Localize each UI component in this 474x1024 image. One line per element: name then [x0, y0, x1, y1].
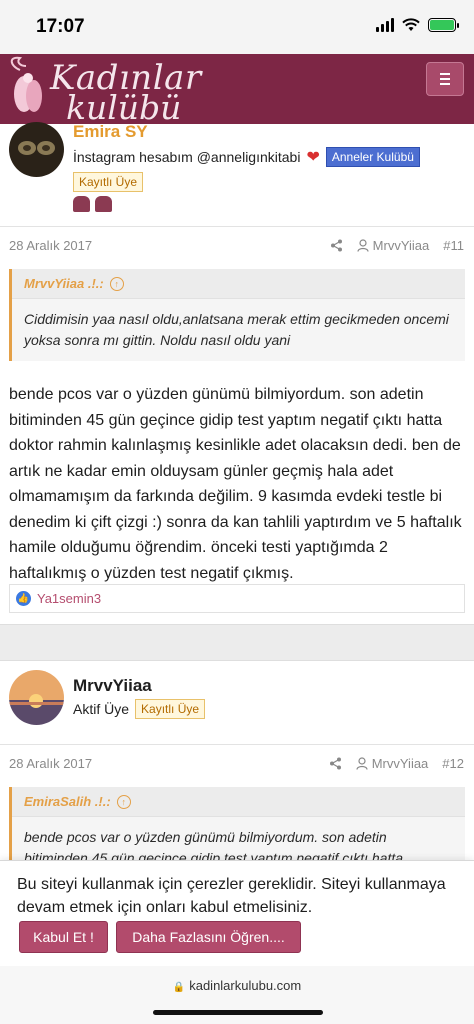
menu-icon-bar	[440, 78, 450, 80]
user-title: Aktif Üye	[73, 701, 130, 717]
status-time: 17:07	[36, 16, 85, 37]
home-indicator	[153, 1010, 323, 1015]
signature-text: İnstagram hesabım @anneligınkitabi	[73, 149, 301, 165]
like-icon: 👍	[16, 591, 31, 606]
reactions-bar[interactable]: 👍 Ya1semin3	[9, 584, 465, 613]
post-number[interactable]: #12	[442, 756, 464, 771]
heart-icon: ❤	[306, 149, 320, 166]
learn-more-button[interactable]: Daha Fazlasını Öğren....	[116, 921, 301, 953]
avatar[interactable]	[9, 670, 64, 725]
post-meta-actions: MrvvYiiaa #11	[330, 238, 464, 253]
status-icons	[376, 18, 459, 32]
quote-text: bende pcos var o yüzden günümü bilmiyord…	[24, 829, 404, 860]
quote-block: EmiraSalih .!.: ↑ bende pcos var o yüzde…	[9, 787, 465, 860]
post-meta-row: 28 Aralık 2017 MrvvYiiaa #11	[0, 226, 474, 262]
post-author-name: MrvvYiiaa	[372, 238, 430, 253]
post-date[interactable]: 28 Aralık 2017	[9, 756, 92, 771]
cookie-text: Bu siteyi kullanmak için çerezler gerekl…	[17, 876, 446, 916]
site-logo[interactable]: Kadınlar kulübü	[6, 56, 201, 127]
post-meta-row: 28 Aralık 2017 MrvvYiiaa #12	[0, 744, 474, 780]
post-meta-actions: MrvvYiiaa #12	[329, 756, 464, 771]
quote-author: EmiraSalih .!.:	[24, 794, 111, 809]
quote-author: MrvvYiiaa .!.:	[24, 276, 104, 291]
wifi-icon	[402, 18, 420, 31]
url-text: kadinlarkulubu.com	[189, 978, 302, 993]
lock-icon: 🔒	[172, 982, 186, 993]
trophy-icons	[73, 196, 112, 212]
post-date[interactable]: 28 Aralık 2017	[9, 238, 92, 253]
chef-hat-icon	[73, 196, 90, 212]
post-author-link[interactable]: MrvvYiiaa	[356, 756, 429, 771]
rank-badge: Kayıtlı Üye	[135, 699, 206, 719]
post-separator	[0, 624, 474, 661]
post-author-name: MrvvYiiaa	[371, 756, 429, 771]
quote-block: MrvvYiiaa .!.: ↑ Ciddimisin yaa nasıl ol…	[9, 269, 465, 361]
rank-badge-wrap: Kayıtlı Üye	[73, 172, 144, 192]
battery-icon	[428, 18, 459, 32]
quote-text: Ciddimisin yaa nasıl oldu,anlatsana mera…	[24, 311, 449, 348]
user-signature: İnstagram hesabım @anneligınkitabi ❤ Ann…	[73, 147, 420, 167]
user-icon	[356, 757, 368, 770]
user-title-row: Aktif Üye Kayıtlı Üye	[73, 699, 206, 719]
quote-header[interactable]: MrvvYiiaa .!.: ↑	[12, 269, 465, 299]
menu-icon-bar	[440, 83, 450, 85]
cellular-signal-icon	[376, 18, 394, 32]
post-username[interactable]: Emira SY	[73, 122, 148, 142]
quote-header[interactable]: EmiraSalih .!.: ↑	[12, 787, 465, 817]
share-icon[interactable]	[329, 757, 342, 770]
cookie-banner: Bu siteyi kullanmak için çerezler gerekl…	[0, 860, 474, 966]
post-body: bende pcos var o yüzden günümü bilmiyord…	[9, 386, 462, 582]
chef-hat-icon	[95, 196, 112, 212]
share-icon[interactable]	[330, 239, 343, 252]
post-number[interactable]: #11	[443, 238, 464, 253]
avatar[interactable]	[9, 122, 64, 177]
post-username[interactable]: MrvvYiiaa	[73, 676, 152, 696]
arrow-up-circle-icon[interactable]: ↑	[109, 276, 124, 291]
menu-button[interactable]	[426, 62, 464, 96]
post-author-link[interactable]: MrvvYiiaa	[357, 238, 430, 253]
status-bar: 17:07	[0, 0, 474, 54]
group-badge[interactable]: Anneler Kulübü	[325, 147, 420, 167]
url-display[interactable]: 🔒 kadinlarkulubu.com	[0, 978, 474, 993]
browser-url-bar[interactable]: 🔒 kadinlarkulubu.com	[0, 966, 474, 1024]
site-header: Kadınlar kulübü	[0, 54, 474, 127]
arrow-up-circle-icon[interactable]: ↑	[116, 794, 131, 809]
menu-icon-bar	[440, 73, 450, 75]
reaction-user[interactable]: Ya1semin3	[37, 591, 101, 606]
rank-badge: Kayıtlı Üye	[73, 172, 144, 192]
accept-cookies-button[interactable]: Kabul Et !	[19, 921, 108, 953]
user-icon	[357, 239, 369, 252]
